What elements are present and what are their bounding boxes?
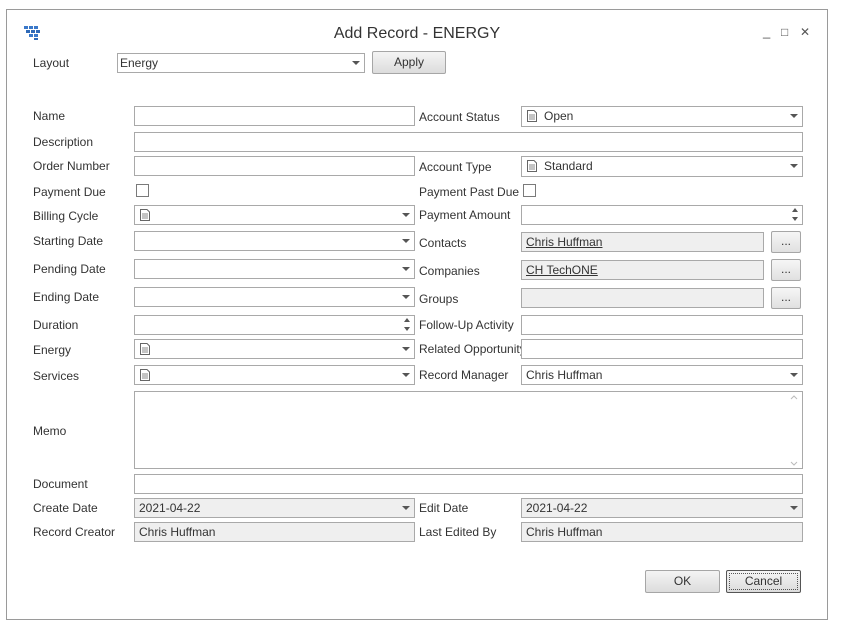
account-type-label: Account Type [419, 160, 492, 174]
spin-buttons[interactable] [791, 207, 800, 223]
duration-label: Duration [33, 318, 79, 332]
chevron-down-icon [790, 114, 798, 118]
energy-select[interactable] [134, 339, 415, 359]
chevron-down-icon [402, 213, 410, 217]
billing-cycle-select[interactable] [134, 205, 415, 225]
chevron-down-icon [790, 506, 798, 510]
companies-label: Companies [419, 264, 480, 278]
account-status-select[interactable]: Open [521, 106, 803, 127]
record-manager-select[interactable]: Chris Huffman [521, 365, 803, 385]
contacts-label: Contacts [419, 236, 467, 250]
related-opportunity-input[interactable] [521, 339, 803, 359]
follow-up-activity-label: Follow-Up Activity [419, 318, 514, 332]
chevron-down-icon [402, 295, 410, 299]
services-label: Services [33, 369, 80, 383]
companies-browse-button[interactable]: ... [771, 259, 801, 281]
duration-spinner[interactable] [134, 315, 415, 335]
maximize-icon[interactable]: □ [781, 25, 788, 39]
cancel-label: Cancel [744, 574, 783, 588]
contacts-field: Chris Huffman [521, 232, 764, 252]
starting-date-label: Starting Date [33, 234, 104, 248]
memo-label: Memo [33, 424, 67, 438]
memo-textarea[interactable] [134, 391, 803, 469]
pending-date-label: Pending Date [33, 262, 106, 276]
record-creator-field: Chris Huffman [134, 522, 415, 542]
last-edited-by-field: Chris Huffman [521, 522, 803, 542]
chevron-down-icon [352, 61, 360, 65]
groups-field [521, 288, 764, 308]
order-number-input[interactable] [134, 156, 415, 176]
follow-up-activity-input[interactable] [521, 315, 803, 335]
related-opportunity-label: Related Opportunity [419, 342, 526, 356]
billing-cycle-label: Billing Cycle [33, 209, 99, 223]
ok-button[interactable]: OK [645, 570, 720, 593]
description-input[interactable] [134, 132, 803, 152]
chevron-down-icon [402, 239, 410, 243]
document-icon [140, 209, 150, 221]
companies-field: CH TechONE [521, 260, 764, 280]
create-date-label: Create Date [33, 501, 98, 515]
spin-buttons[interactable] [403, 317, 412, 333]
description-label: Description [33, 135, 94, 149]
document-icon [527, 110, 537, 122]
payment-amount-label: Payment Amount [419, 208, 511, 222]
payment-amount-spinner[interactable] [521, 205, 803, 225]
layout-label: Layout [33, 56, 70, 70]
document-icon [527, 160, 537, 172]
scrollbar[interactable] [787, 393, 801, 469]
add-record-dialog: Add Record - ENERGY _ □ ✕ Layout Energy … [6, 9, 828, 620]
chevron-down-icon [790, 164, 798, 168]
payment-due-checkbox[interactable] [136, 184, 149, 197]
starting-date-picker[interactable] [134, 231, 415, 251]
payment-past-due-checkbox[interactable] [523, 184, 536, 197]
edit-date-picker: 2021-04-22 [521, 498, 803, 518]
document-label: Document [33, 477, 88, 491]
chevron-down-icon [402, 506, 410, 510]
document-icon [140, 343, 150, 355]
layout-select[interactable]: Energy [117, 53, 365, 73]
last-edited-by-label: Last Edited By [419, 525, 497, 539]
chevron-down-icon [402, 373, 410, 377]
ending-date-label: Ending Date [33, 290, 100, 304]
services-select[interactable] [134, 365, 415, 385]
payment-past-due-label: Payment Past Due [419, 185, 520, 199]
contacts-browse-button[interactable]: ... [771, 231, 801, 253]
record-manager-label: Record Manager [419, 368, 509, 382]
create-date-picker: 2021-04-22 [134, 498, 415, 518]
apply-button[interactable]: Apply [372, 51, 446, 74]
chevron-down-icon [402, 267, 410, 271]
layout-value: Energy [120, 56, 159, 70]
record-creator-label: Record Creator [33, 525, 116, 539]
cancel-button[interactable]: Cancel [726, 570, 801, 593]
groups-label: Groups [419, 292, 459, 306]
edit-date-label: Edit Date [419, 501, 469, 515]
account-status-label: Account Status [419, 110, 500, 124]
minimize-icon[interactable]: _ [763, 24, 770, 39]
order-number-label: Order Number [33, 159, 110, 173]
energy-label: Energy [33, 343, 72, 357]
account-type-select[interactable]: Standard [521, 156, 803, 177]
chevron-down-icon [790, 373, 798, 377]
name-input[interactable] [134, 106, 415, 126]
groups-browse-button[interactable]: ... [771, 287, 801, 309]
document-icon [140, 369, 150, 381]
name-label: Name [33, 109, 66, 123]
contacts-link[interactable]: Chris Huffman [526, 235, 602, 249]
close-icon[interactable]: ✕ [800, 25, 810, 39]
payment-due-label: Payment Due [33, 185, 106, 199]
companies-link[interactable]: CH TechONE [526, 263, 598, 277]
ending-date-picker[interactable] [134, 287, 415, 307]
document-input[interactable] [134, 474, 803, 494]
chevron-down-icon [402, 347, 410, 351]
pending-date-picker[interactable] [134, 259, 415, 279]
window-title: Add Record - ENERGY [333, 25, 501, 42]
